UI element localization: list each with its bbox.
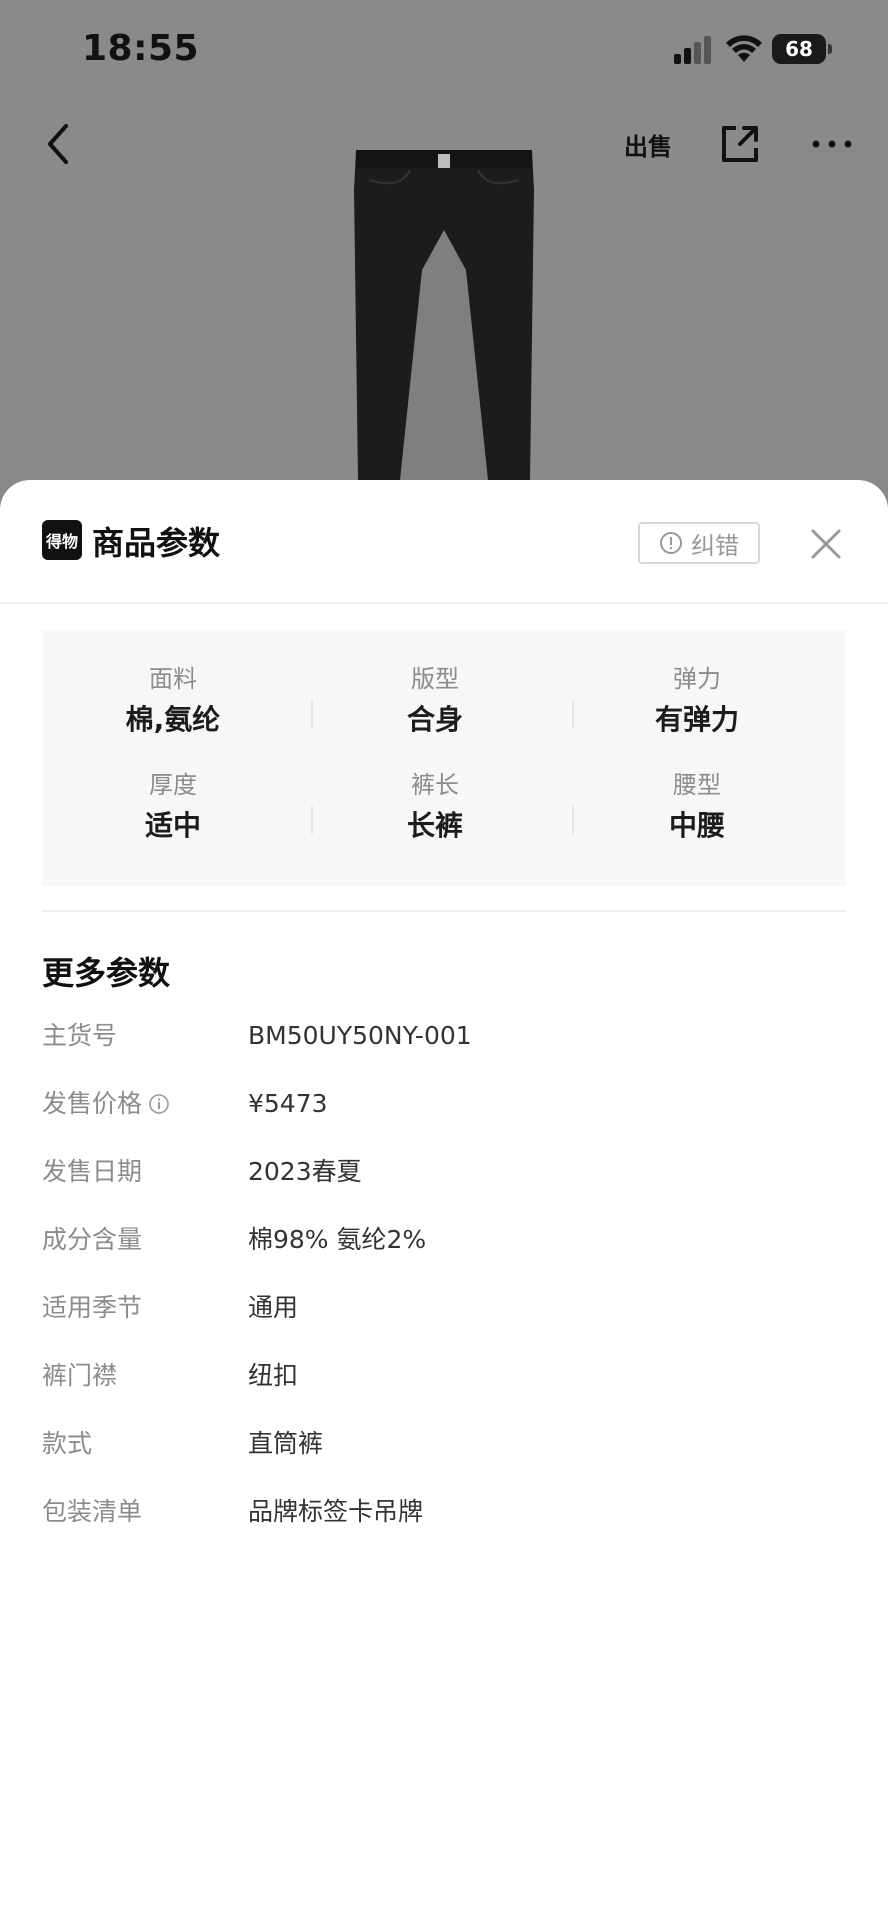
param-row: 裤门襟 纽扣 [42, 1356, 846, 1396]
share-icon [722, 126, 758, 162]
sell-button[interactable]: 出售 [620, 116, 676, 172]
summary-item: 厚度 适中 [42, 768, 304, 846]
more-icon [812, 140, 852, 148]
param-value: ¥5473 [248, 1089, 328, 1118]
key-params-summary: 面料 棉,氨纶 版型 合身 弹力 有弹力 厚度 适中 裤长 长裤 腰型 中腰 [42, 630, 846, 886]
param-key-text: 发售价格 [42, 1089, 143, 1118]
param-value: 直筒裤 [248, 1429, 324, 1458]
dewu-logo: 得物 [42, 520, 82, 560]
info-icon[interactable] [148, 1093, 170, 1115]
more-params-title: 更多参数 [42, 954, 171, 992]
param-key: 适用季节 [42, 1288, 142, 1328]
summary-value: 合身 [406, 703, 463, 736]
param-row: 成分含量 棉98% 氨纶2% [42, 1220, 846, 1260]
param-row: 发售日期 2023春夏 [42, 1152, 846, 1192]
summary-value: 有弹力 [654, 703, 739, 736]
battery-tip [828, 44, 832, 54]
battery-level: 68 [772, 34, 826, 64]
summary-item: 裤长 长裤 [304, 768, 566, 846]
sheet-title: 商品参数 [92, 524, 221, 562]
summary-divider [311, 700, 313, 728]
summary-label: 面料 [149, 665, 197, 693]
report-error-label: 纠错 [691, 531, 739, 560]
summary-label: 裤长 [411, 771, 459, 799]
param-value: 棉98% 氨纶2% [248, 1225, 427, 1254]
summary-divider [572, 806, 574, 834]
summary-label: 版型 [411, 665, 459, 693]
battery-indicator: 68 [772, 34, 832, 64]
param-row: 包装清单 品牌标签卡吊牌 [42, 1492, 846, 1532]
param-value: 通用 [248, 1293, 299, 1322]
section-divider [42, 910, 846, 912]
param-row: 主货号 BM50UY50NY-001 [42, 1016, 846, 1056]
summary-item: 弹力 有弹力 [566, 662, 828, 740]
signal-icon [674, 36, 711, 64]
sell-label: 出售 [624, 132, 672, 161]
share-button[interactable] [712, 116, 768, 172]
param-key-text: 主货号 [42, 1021, 118, 1050]
param-key-text: 款式 [42, 1429, 93, 1458]
close-button[interactable] [804, 522, 848, 566]
param-key: 成分含量 [42, 1220, 142, 1260]
param-key: 款式 [42, 1424, 92, 1464]
sheet-header: 得物 商品参数 纠错 [0, 480, 888, 604]
close-icon [811, 529, 841, 559]
summary-value: 棉,氨纶 [125, 703, 221, 736]
param-key: 发售日期 [42, 1152, 142, 1192]
param-value: 品牌标签卡吊牌 [248, 1497, 424, 1526]
summary-label: 厚度 [149, 771, 197, 799]
param-row: 款式 直筒裤 [42, 1424, 846, 1464]
param-key: 包装清单 [42, 1492, 142, 1532]
summary-value: 适中 [144, 809, 201, 842]
summary-value: 长裤 [406, 809, 463, 842]
param-value: 纽扣 [248, 1361, 299, 1390]
back-button[interactable] [30, 116, 86, 172]
param-row: 发售价格 ¥5473 [42, 1084, 846, 1124]
param-key-text: 裤门襟 [42, 1361, 118, 1390]
product-image-jeans [354, 150, 534, 480]
product-page-background: 18:55 68 出售 [0, 0, 888, 520]
param-value: BM50UY50NY-001 [248, 1021, 472, 1050]
param-key-text: 适用季节 [42, 1293, 143, 1322]
summary-label: 腰型 [673, 771, 721, 799]
param-key: 发售价格 [42, 1084, 170, 1124]
summary-label: 弹力 [673, 665, 721, 693]
summary-item: 腰型 中腰 [566, 768, 828, 846]
summary-value: 中腰 [668, 809, 725, 842]
summary-item: 版型 合身 [304, 662, 566, 740]
chevron-left-icon [48, 124, 68, 164]
param-key-text: 包装清单 [42, 1497, 143, 1526]
wifi-icon [726, 35, 762, 62]
product-params-sheet: 得物 商品参数 纠错 面料 棉,氨纶 版型 合身 弹力 有弹力 厚度 适中 裤长… [0, 480, 888, 1920]
param-key-text: 成分含量 [42, 1225, 143, 1254]
param-value: 2023春夏 [248, 1157, 362, 1186]
param-row: 适用季节 通用 [42, 1288, 846, 1328]
more-options-button[interactable] [804, 116, 860, 172]
status-bar: 18:55 68 [0, 0, 888, 100]
status-time: 18:55 [82, 28, 200, 69]
param-key: 裤门襟 [42, 1356, 117, 1396]
summary-divider [572, 700, 574, 728]
summary-item: 面料 棉,氨纶 [42, 662, 304, 740]
report-error-button[interactable]: 纠错 [638, 522, 760, 564]
summary-divider [311, 806, 313, 834]
param-key: 主货号 [42, 1016, 117, 1056]
alert-circle-icon [660, 532, 682, 554]
param-key-text: 发售日期 [42, 1157, 143, 1186]
